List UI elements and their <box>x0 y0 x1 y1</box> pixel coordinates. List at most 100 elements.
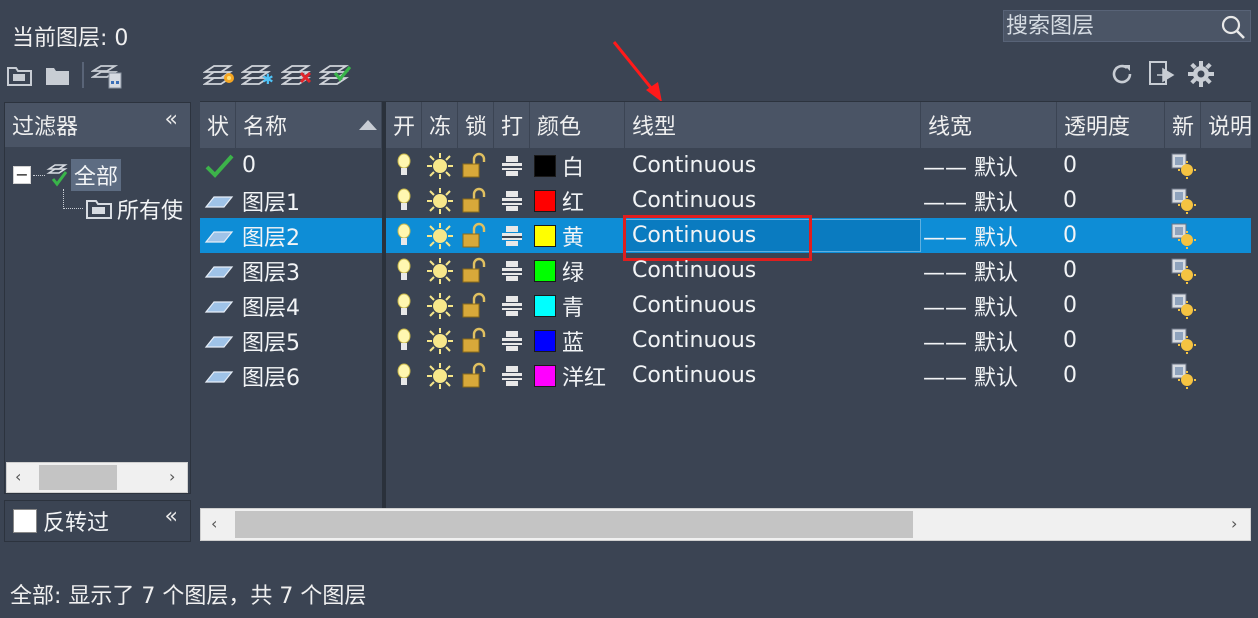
scroll-right-icon[interactable]: › <box>169 467 175 486</box>
sun-freeze-icon[interactable] <box>424 218 456 253</box>
col-name[interactable]: 名称 <box>236 102 382 148</box>
layer-name[interactable]: 图层1 <box>242 183 382 218</box>
layer-linetype[interactable]: Continuous <box>632 253 917 288</box>
layer-color[interactable]: 红 <box>534 183 624 218</box>
layer-color[interactable]: 蓝 <box>534 323 624 358</box>
new-layer-icon[interactable] <box>202 60 236 90</box>
unlocked-icon[interactable] <box>458 358 492 393</box>
lightbulb-icon[interactable] <box>390 358 418 393</box>
col-lineweight[interactable]: 线宽 <box>921 102 1057 148</box>
layer-linetype[interactable]: Continuous <box>632 288 917 323</box>
layer-lineweight[interactable]: —— 默认 <box>923 323 1055 358</box>
layer-transparency[interactable]: 0 <box>1063 358 1163 393</box>
layer-lineweight[interactable]: —— 默认 <box>923 148 1055 183</box>
unlocked-icon[interactable] <box>458 323 492 358</box>
col-new-vp-freeze[interactable]: 新 <box>1165 102 1201 148</box>
layer-color[interactable]: 白 <box>534 148 624 183</box>
new-vp-freeze-icon[interactable] <box>1168 323 1200 358</box>
layer-transparency[interactable]: 0 <box>1063 288 1163 323</box>
unlocked-icon[interactable] <box>458 183 492 218</box>
lightbulb-icon[interactable] <box>390 148 418 183</box>
unlocked-icon[interactable] <box>458 148 492 183</box>
layer-lineweight[interactable]: —— 默认 <box>923 253 1055 288</box>
layer-transparency[interactable]: 0 <box>1063 253 1163 288</box>
col-description[interactable]: 说明 <box>1201 102 1251 148</box>
lightbulb-icon[interactable] <box>390 253 418 288</box>
layer-name[interactable]: 图层6 <box>242 358 382 393</box>
grid-scroll-right-icon[interactable]: › <box>1231 514 1237 533</box>
new-vp-freeze-icon[interactable] <box>1168 183 1200 218</box>
col-transparency[interactable]: 透明度 <box>1057 102 1165 148</box>
sun-freeze-icon[interactable] <box>424 358 456 393</box>
sun-freeze-icon[interactable] <box>424 288 456 323</box>
layer-row[interactable]: 图层2 黄 Continuous —— 默认 0 <box>200 218 1251 253</box>
col-status[interactable]: 状 <box>200 102 236 148</box>
col-plot[interactable]: 打 <box>494 102 530 148</box>
new-vp-freeze-icon[interactable] <box>1168 148 1200 183</box>
sun-freeze-icon[interactable] <box>424 253 456 288</box>
lightbulb-icon[interactable] <box>390 323 418 358</box>
layer-status-icon[interactable] <box>202 183 236 218</box>
new-vp-freeze-icon[interactable] <box>1168 288 1200 323</box>
sun-freeze-icon[interactable] <box>424 148 456 183</box>
collapse-filter-button[interactable]: « <box>165 107 178 132</box>
grid-splitter[interactable] <box>382 102 386 509</box>
printer-icon[interactable] <box>498 288 526 323</box>
layer-transparency[interactable]: 0 <box>1063 148 1163 183</box>
gear-icon[interactable] <box>1186 60 1216 88</box>
layer-linetype[interactable]: Continuous <box>632 218 917 253</box>
layer-color[interactable]: 绿 <box>534 253 624 288</box>
layer-lineweight[interactable]: —— 默认 <box>923 358 1055 393</box>
new-vp-freeze-icon[interactable] <box>1168 358 1200 393</box>
col-on[interactable]: 开 <box>386 102 422 148</box>
layer-transparency[interactable]: 0 <box>1063 218 1163 253</box>
lightbulb-icon[interactable] <box>390 288 418 323</box>
tree-node-all-used[interactable]: 所有使 <box>85 193 183 225</box>
layer-row[interactable]: 图层6 洋红 Continuous —— 默认 0 <box>200 358 1251 393</box>
new-layer-vp-frozen-icon[interactable]: ✱ <box>240 60 274 90</box>
layer-row[interactable]: 图层4 青 Continuous —— 默认 0 <box>200 288 1251 323</box>
settings-dialog-icon[interactable] <box>1146 58 1180 90</box>
printer-icon[interactable] <box>498 148 526 183</box>
scroll-left-icon[interactable]: ‹ <box>15 467 21 486</box>
col-linetype[interactable]: 线型 <box>625 102 921 148</box>
invert-filter-checkbox[interactable] <box>13 509 37 533</box>
layer-linetype[interactable]: Continuous <box>632 323 917 358</box>
layer-row[interactable]: 图层3 绿 Continuous —— 默认 0 <box>200 253 1251 288</box>
search-box[interactable] <box>1003 10 1251 42</box>
unlocked-icon[interactable] <box>458 253 492 288</box>
unlocked-icon[interactable] <box>458 288 492 323</box>
layer-row[interactable]: 图层1 红 Continuous —— 默认 0 <box>200 183 1251 218</box>
tree-node-all[interactable]: − 全部 <box>13 159 122 191</box>
layer-row[interactable]: 0 白 Continuous —— 默认 0 <box>200 148 1251 183</box>
col-lock[interactable]: 锁 <box>458 102 494 148</box>
tree-expander-icon[interactable]: − <box>13 166 31 184</box>
layer-lineweight[interactable]: —— 默认 <box>923 218 1055 253</box>
layer-row[interactable]: 图层5 蓝 Continuous —— 默认 0 <box>200 323 1251 358</box>
grid-scroll-thumb[interactable] <box>235 511 913 538</box>
set-current-icon[interactable] <box>318 60 352 90</box>
layer-name[interactable]: 图层3 <box>242 253 382 288</box>
col-color[interactable]: 颜色 <box>530 102 625 148</box>
lightbulb-icon[interactable] <box>390 218 418 253</box>
printer-icon[interactable] <box>498 358 526 393</box>
filter-scroll-thumb[interactable] <box>39 465 117 490</box>
invert-filter-row[interactable]: 反转过 « <box>4 500 191 542</box>
layer-color[interactable]: 黄 <box>534 218 624 253</box>
layer-lineweight[interactable]: —— 默认 <box>923 183 1055 218</box>
layer-color[interactable]: 青 <box>534 288 624 323</box>
layer-status-icon[interactable] <box>202 358 236 393</box>
current-layer-check-icon[interactable] <box>202 148 236 183</box>
layer-transparency[interactable]: 0 <box>1063 183 1163 218</box>
layer-name[interactable]: 图层4 <box>242 288 382 323</box>
layer-name[interactable]: 图层2 <box>242 218 382 253</box>
refresh-icon[interactable] <box>1108 60 1136 88</box>
layer-linetype[interactable]: Continuous <box>632 183 917 218</box>
search-input[interactable] <box>1006 13 1216 39</box>
layer-status-icon[interactable] <box>202 218 236 253</box>
layer-lineweight[interactable]: —— 默认 <box>923 288 1055 323</box>
sun-freeze-icon[interactable] <box>424 323 456 358</box>
grid-hscroll[interactable]: ‹ › <box>200 508 1251 541</box>
new-property-filter-icon[interactable] <box>6 62 34 88</box>
lightbulb-icon[interactable] <box>390 183 418 218</box>
